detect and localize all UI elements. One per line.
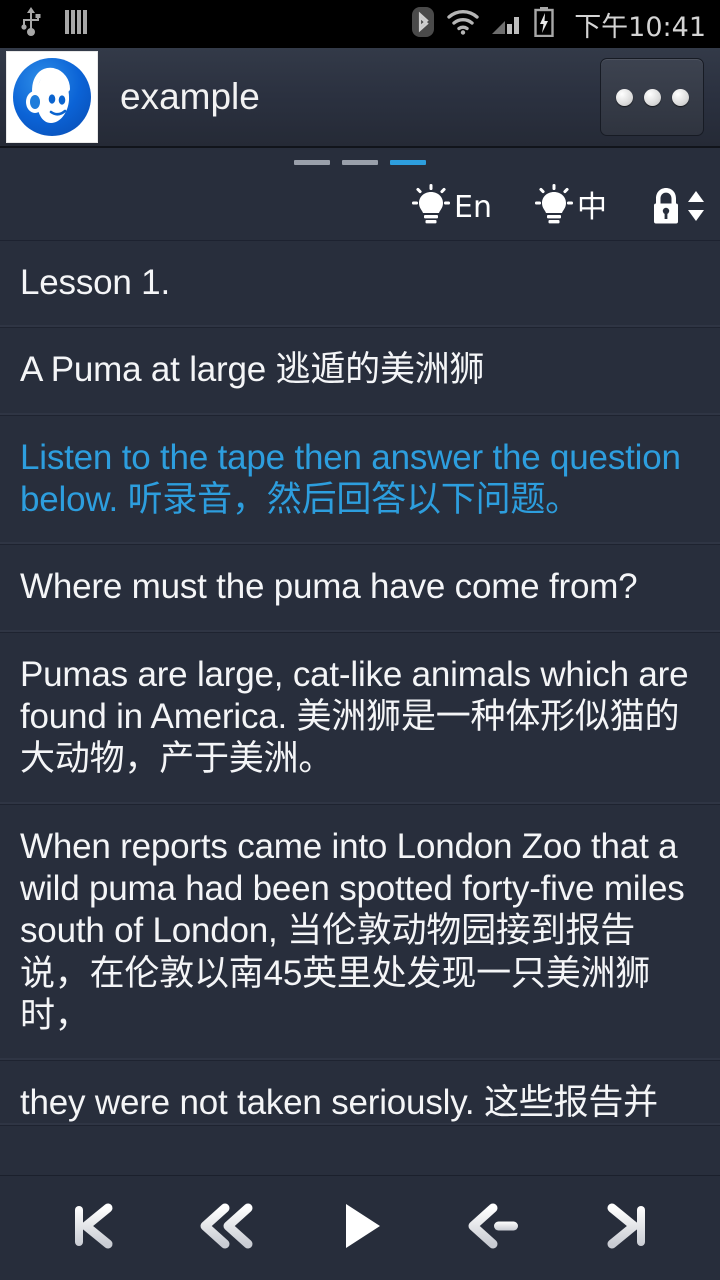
status-bar-left-icons	[20, 6, 92, 42]
status-bar-right-icons: 下午10:41	[412, 5, 706, 44]
phone-screen: 下午10:41 example En 中 Lesson 1. A Puma at…	[0, 0, 720, 1280]
hint-english-label: En	[454, 190, 492, 225]
lock-scroll-toggle[interactable]	[649, 184, 706, 232]
playback-toolbar	[0, 1175, 720, 1280]
wifi-icon	[446, 9, 480, 40]
sentence-text: A Puma at large 逃遁的美洲狮	[20, 350, 485, 390]
list-item-active[interactable]: Listen to the tape then answer the quest…	[0, 416, 720, 546]
page-dash-2[interactable]	[342, 160, 378, 165]
battery-charging-icon	[534, 6, 554, 42]
rewind-button[interactable]	[174, 1186, 278, 1270]
hint-chinese-label: 中	[577, 190, 607, 225]
bluetooth-icon	[412, 6, 435, 42]
arrow-left-bar-icon	[463, 1197, 525, 1260]
page-indicator	[0, 160, 720, 165]
skip-previous-icon	[64, 1197, 122, 1260]
skip-to-start-button[interactable]	[41, 1186, 145, 1270]
vibrate-bars-icon	[64, 9, 92, 40]
action-bar: example	[0, 48, 720, 148]
list-item[interactable]: Lesson 1.	[0, 241, 720, 329]
lightbulb-icon	[534, 183, 574, 233]
sentence-text: Listen to the tape then answer the quest…	[20, 437, 681, 520]
hint-chinese-toggle[interactable]: 中	[534, 183, 607, 233]
overflow-dot-icon	[643, 88, 661, 106]
list-item[interactable]: Pumas are large, cat-like animals which …	[0, 633, 720, 805]
skip-next-icon	[598, 1197, 656, 1260]
overflow-dot-icon	[615, 88, 633, 106]
fast-rewind-icon	[195, 1197, 257, 1260]
status-bar: 下午10:41	[0, 0, 720, 48]
page-dash-3[interactable]	[390, 160, 426, 165]
page-title: example	[120, 76, 260, 117]
lock-icon	[649, 184, 683, 233]
play-button[interactable]	[308, 1186, 412, 1270]
lesson-sentence-list[interactable]: Lesson 1. A Puma at large 逃遁的美洲狮 Listen …	[0, 241, 720, 1280]
sort-updown-icon	[686, 186, 706, 231]
sentence-text: Where must the puma have come from?	[20, 567, 638, 607]
skip-to-end-button[interactable]	[575, 1186, 679, 1270]
headphone-face-icon[interactable]	[6, 51, 98, 143]
page-dash-1[interactable]	[294, 160, 330, 165]
overflow-menu-button[interactable]	[600, 58, 704, 136]
list-item[interactable]: A Puma at large 逃遁的美洲狮	[0, 328, 720, 416]
sentence-text: they were not taken seriously. 这些报告并	[20, 1083, 658, 1123]
usb-icon	[20, 6, 42, 42]
hint-english-toggle[interactable]: En	[411, 183, 492, 233]
sentence-text: Lesson 1.	[20, 263, 170, 302]
status-bar-clock: 下午10:41	[574, 11, 706, 43]
list-item[interactable]: they were not taken seriously. 这些报告并	[0, 1061, 720, 1126]
sentence-text: Pumas are large, cat-like animals which …	[20, 654, 689, 779]
overflow-dot-icon	[671, 88, 689, 106]
play-icon	[334, 1197, 386, 1260]
sub-toolbar: En 中	[0, 148, 720, 241]
previous-sentence-button[interactable]	[442, 1186, 546, 1270]
sentence-text: When reports came into London Zoo that a…	[20, 826, 685, 1036]
toolbar-actions: En 中	[411, 183, 706, 233]
cellular-signal-icon	[492, 9, 522, 40]
list-item[interactable]: Where must the puma have come from?	[0, 545, 720, 633]
lightbulb-icon	[411, 183, 451, 233]
list-item[interactable]: When reports came into London Zoo that a…	[0, 805, 720, 1062]
